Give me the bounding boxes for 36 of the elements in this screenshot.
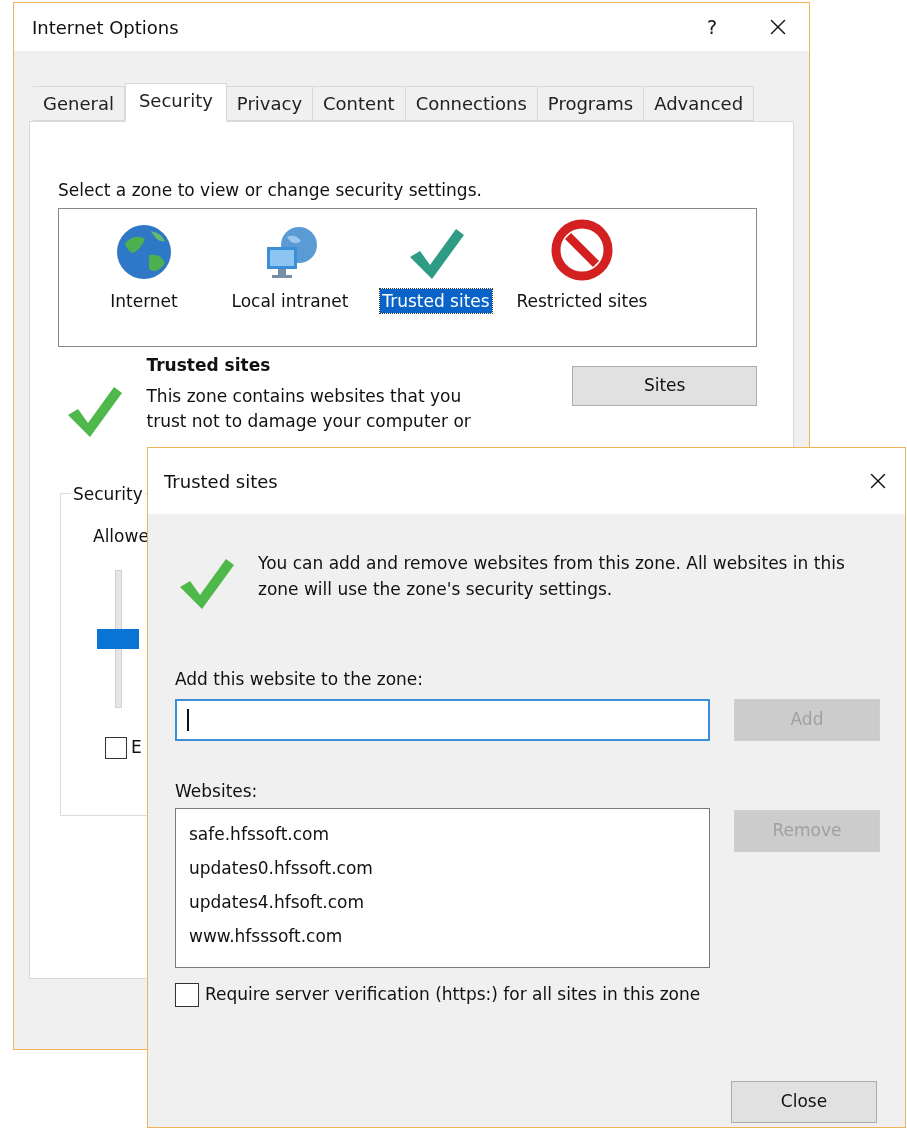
allowed-levels-label: Allowe xyxy=(93,524,149,548)
tab[interactable]: Advanced xyxy=(644,86,755,121)
dialog-title: Trusted sites xyxy=(164,469,278,494)
website-item[interactable]: www.hfsssoft.com xyxy=(189,919,709,953)
website-item[interactable]: safe.hfssoft.com xyxy=(189,817,709,851)
tab[interactable]: General xyxy=(33,86,125,121)
checkbox[interactable] xyxy=(105,736,127,759)
checkbox[interactable] xyxy=(175,982,199,1007)
tab[interactable]: Programs xyxy=(537,86,645,121)
websites-label: Websites: xyxy=(175,779,259,803)
tab[interactable]: Connections xyxy=(405,86,538,121)
add-website-label: Add this website to the zone: xyxy=(175,668,425,691)
checkbox-label: E xyxy=(131,735,142,759)
sites-button[interactable]: Sites xyxy=(572,365,757,406)
website-item[interactable]: updates0.hfssoft.com xyxy=(189,851,709,885)
help-button[interactable]: ? xyxy=(697,12,727,42)
dialog-message: You can add and remove websites from this zone. All websites in this zone will use the zone's security settings. xyxy=(258,552,846,601)
zone-item[interactable]: Trusted sites xyxy=(380,288,492,313)
globe-icon xyxy=(115,222,173,281)
tab[interactable]: Security xyxy=(124,83,227,122)
zone-description: This zone contains websites that you trust not to damage your computer or xyxy=(146,385,472,433)
tab[interactable]: Content xyxy=(313,86,406,121)
zone-item[interactable]: Restricted sites xyxy=(514,288,650,313)
website-item[interactable]: updates4.hfsoft.com xyxy=(189,885,709,919)
no-entry-icon xyxy=(551,218,613,281)
zone-prompt: Select a zone to view or change security settings. xyxy=(58,179,483,202)
window-title: Internet Options xyxy=(32,15,179,40)
tab[interactable]: Privacy xyxy=(226,86,314,121)
text-cursor xyxy=(187,708,189,731)
zone-title: Trusted sites xyxy=(146,353,272,377)
zone-item[interactable]: Internet xyxy=(108,288,180,313)
close-button[interactable]: Close xyxy=(731,1080,877,1123)
zone-item[interactable]: Local intranet xyxy=(229,288,351,313)
slider-thumb[interactable] xyxy=(97,628,139,649)
checkbox-label: Require server verification (https:) for all sites in this zone xyxy=(205,983,701,1006)
website-input-field[interactable] xyxy=(175,698,710,741)
